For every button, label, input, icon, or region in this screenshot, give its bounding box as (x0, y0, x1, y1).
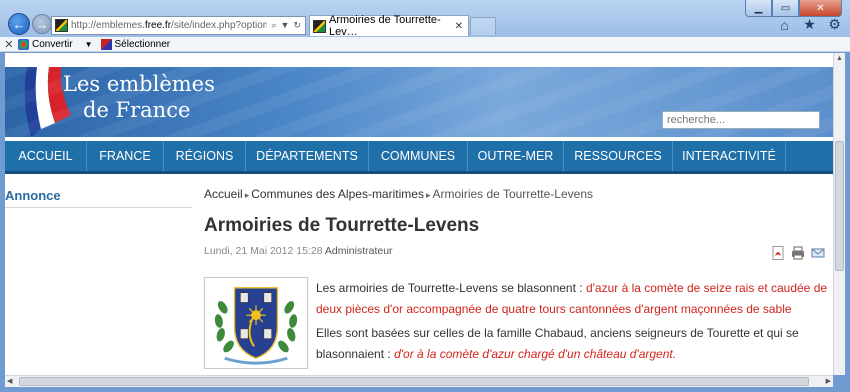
article-author: Administrateur (324, 245, 393, 257)
main-nav: ACCUEIL FRANCE RÉGIONS DÉPARTEMENTS COMM… (5, 141, 833, 174)
scroll-up-icon[interactable]: ▲ (834, 53, 845, 65)
article: Accueil ▸ Communes des Alpes-maritimes ▸ Arm… (204, 187, 829, 369)
breadcrumb-category-link[interactable]: Communes des Alpes-maritimes (251, 187, 424, 201)
tab-favicon-icon (313, 19, 326, 33)
email-icon[interactable] (811, 246, 825, 260)
site-banner: Les emblèmes de France (5, 67, 833, 137)
print-icon[interactable] (791, 246, 805, 260)
article-title: Armoiries de Tourrette-Levens (204, 215, 480, 236)
horizontal-scrollbar[interactable]: ◀ ▶ (5, 375, 833, 387)
scroll-left-icon[interactable]: ◀ (7, 376, 12, 387)
sidebar-heading: Annonce (5, 188, 192, 208)
select-button[interactable]: Sélectionner (100, 38, 170, 50)
nav-item-outre-mer[interactable]: OUTRE-MER (468, 141, 564, 171)
horizontal-scroll-thumb[interactable] (19, 377, 809, 386)
nav-item-ressources[interactable]: RESSOURCES (564, 141, 673, 171)
search-input[interactable] (662, 111, 820, 129)
refresh-icon[interactable]: ↻ (293, 20, 301, 31)
tab-close-icon[interactable]: ✕ (455, 21, 463, 32)
maximize-button[interactable]: ▭ (772, 0, 799, 17)
nav-item-interactivite[interactable]: INTERACTIVITÉ (673, 141, 786, 171)
browser-tool-icons: ⌂ ★ ⚙ (777, 16, 842, 33)
breadcrumb-home-link[interactable]: Accueil (204, 187, 243, 201)
breadcrumb-separator-icon: ▸ (425, 190, 431, 200)
page-viewport: Les emblèmes de France ACCUEIL FRANCE RÉ… (5, 53, 833, 375)
convert-icon (18, 38, 29, 50)
breadcrumb-current: Armoiries de Tourrette-Levens (432, 187, 594, 201)
arrow-left-icon: ← (12, 16, 26, 32)
minimize-button[interactable]: ▁ (745, 0, 772, 17)
back-button[interactable]: ← (8, 13, 30, 35)
article-actions (771, 246, 825, 260)
favorites-star-icon[interactable]: ★ (802, 16, 817, 32)
close-window-button[interactable]: ✕ (799, 0, 842, 17)
window-controls: ▁ ▭ ✕ (745, 0, 842, 17)
coat-of-arms-image (204, 277, 308, 369)
dropdown-arrow-icon[interactable]: ▼ (281, 20, 290, 31)
address-bar[interactable]: http://emblemes.free.fr/site/index.php?o… (51, 16, 306, 35)
breadcrumb: Accueil ▸ Communes des Alpes-maritimes ▸ Arm… (204, 187, 829, 201)
convert-dropdown-icon[interactable]: ▼ (85, 40, 93, 49)
scroll-right-icon[interactable]: ▶ (826, 376, 831, 387)
nav-item-accueil[interactable]: ACCUEIL (5, 141, 87, 171)
tab-active[interactable]: Armoiries de Tourrette-Lev… ✕ (309, 14, 469, 38)
command-bar-close-icon[interactable]: ✕ (0, 38, 18, 51)
convert-button[interactable]: Convertir (18, 38, 73, 50)
select-icon (100, 38, 112, 50)
vertical-scroll-thumb[interactable] (835, 141, 844, 271)
site-title[interactable]: Les emblèmes de France (63, 71, 215, 123)
vertical-scrollbar[interactable]: ▲ (833, 53, 845, 375)
tab-title: Armoiries de Tourrette-Lev… (329, 14, 441, 38)
search-icon[interactable]: ⌕ (271, 20, 276, 31)
nav-item-departements[interactable]: DÉPARTEMENTS (246, 141, 369, 171)
nav-item-communes[interactable]: COMMUNES (369, 141, 468, 171)
site-favicon-icon (55, 19, 68, 32)
article-date: Lundi, 21 Mai 2012 15:28 (204, 245, 323, 257)
breadcrumb-separator-icon: ▸ (244, 190, 250, 200)
chabaud-blazon-text: d'or à la comète d'azur chargé d'un chât… (394, 347, 677, 361)
origin-paragraph: Elles sont basées sur celles de la famil… (316, 326, 799, 361)
arrow-right-icon: → (35, 16, 49, 32)
nav-item-france[interactable]: FRANCE (87, 141, 164, 171)
blazon-paragraph: Les armoiries de Tourrette-Levens se bla… (316, 281, 828, 316)
command-bar: ✕ Convertir ▼ Sélectionner (0, 37, 850, 52)
address-url[interactable]: http://emblemes.free.fr/site/index.php?o… (71, 20, 267, 31)
new-tab-button[interactable] (470, 17, 496, 35)
settings-gear-icon[interactable]: ⚙ (827, 16, 842, 32)
home-icon[interactable]: ⌂ (777, 17, 792, 33)
forward-button[interactable]: → (32, 14, 52, 34)
pdf-icon[interactable] (771, 246, 785, 260)
article-meta: Lundi, 21 Mai 2012 15:28 Administrateur (204, 245, 829, 257)
nav-item-regions[interactable]: RÉGIONS (164, 141, 246, 171)
